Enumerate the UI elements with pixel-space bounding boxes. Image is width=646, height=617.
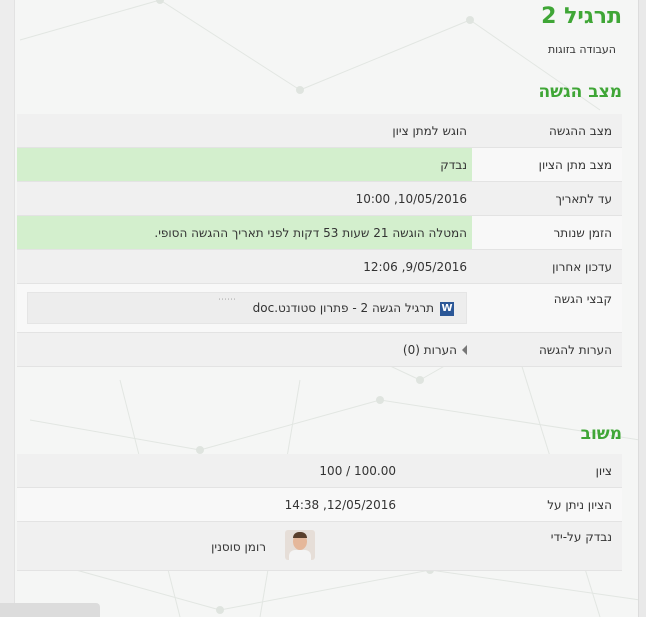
time-remaining-value: המטלה הוגשה 21 שעות 53 דקות לפני תאריך ה… <box>154 225 467 240</box>
table-row: עד לתאריך 10/05/2016, 10:00 <box>17 182 622 216</box>
grading-status-value: נבדק <box>440 157 467 172</box>
table-row: מצב ההגשה הוגש למתן ציון <box>17 114 622 148</box>
row-label: הערות להגשה <box>538 342 612 357</box>
grader-name[interactable]: רומן סוסנין <box>211 540 266 554</box>
submission-status-table: מצב ההגשה הוגש למתן ציון מצב מתן הציון נ… <box>17 114 622 367</box>
tree-connector: ⋯⋯ <box>218 295 236 305</box>
row-label: עדכון אחרון <box>552 259 612 274</box>
page-title: תרגיל 2 <box>541 4 622 29</box>
table-row: הערות להגשה הערות (0) <box>17 333 622 367</box>
row-label: מצב מתן הציון <box>538 157 612 172</box>
submitted-file-link[interactable]: W תרגיל הגשה 2 - פתרון סטודנט.doc <box>253 301 454 316</box>
file-name[interactable]: תרגיל הגשה 2 - פתרון סטודנט.doc <box>253 301 434 315</box>
file-tree: ⋯⋯ W תרגיל הגשה 2 - פתרון סטודנט.doc <box>27 292 467 324</box>
grade-value: 100.00 / 100 <box>319 463 396 478</box>
assignment-content: תרגיל 2 העבודה בזוגות מצב הגשה מצב ההגשה… <box>0 0 646 617</box>
table-row: ציון 100.00 / 100 <box>17 454 622 488</box>
last-modified-value: 9/05/2016, 12:06 <box>363 259 467 274</box>
table-row: עדכון אחרון 9/05/2016, 12:06 <box>17 250 622 284</box>
assignment-description: העבודה בזוגות <box>547 43 616 56</box>
comments-count-label[interactable]: הערות (0) <box>403 343 457 357</box>
table-row: הציון ניתן על 12/05/2016, 14:38 <box>17 488 622 522</box>
row-label: מצב ההגשה <box>549 123 612 138</box>
row-label: הציון ניתן על <box>547 497 612 512</box>
table-row: הזמן שנותר המטלה הוגשה 21 שעות 53 דקות ל… <box>17 216 622 250</box>
table-row: נבדק על-ידי רומן סוסנין <box>17 522 622 571</box>
row-label: נבדק על-ידי <box>550 530 612 544</box>
grader-avatar[interactable] <box>285 530 315 560</box>
collapsed-triangle-icon <box>462 345 467 355</box>
row-value: הוגש למתן ציון <box>392 123 467 138</box>
due-date-value: 10/05/2016, 10:00 <box>355 191 467 206</box>
row-label: ציון <box>595 463 612 478</box>
row-label: הזמן שנותר <box>553 225 612 240</box>
feedback-table: ציון 100.00 / 100 הציון ניתן על 12/05/20… <box>17 454 622 571</box>
word-document-icon: W <box>440 301 454 316</box>
feedback-heading: משוב <box>580 424 622 444</box>
table-row: מצב מתן הציון נבדק <box>17 148 622 182</box>
row-label: קבצי הגשה <box>553 292 612 306</box>
graded-on-value: 12/05/2016, 14:38 <box>284 497 396 512</box>
submission-comments-toggle[interactable]: הערות (0) <box>403 343 472 357</box>
table-row: קבצי הגשה ⋯⋯ W תרגיל הגשה 2 - פתרון סטודנ… <box>17 284 622 333</box>
submission-status-heading: מצב הגשה <box>538 82 622 102</box>
row-label: עד לתאריך <box>555 191 612 206</box>
